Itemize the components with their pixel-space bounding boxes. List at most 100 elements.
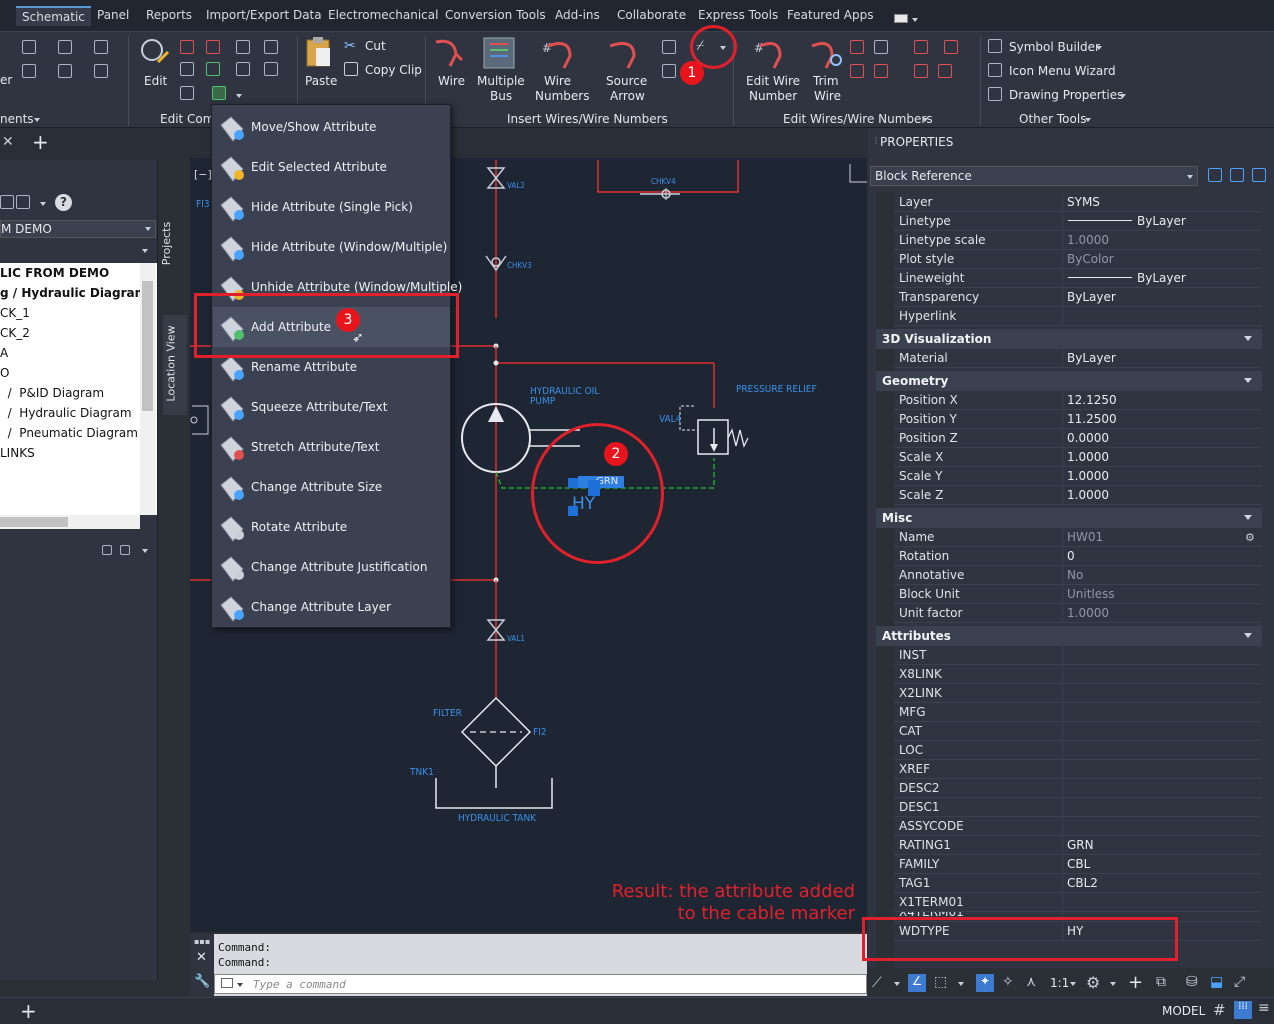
property-row[interactable]: Scale Z 1.0000 — [894, 486, 1262, 505]
panel-title-components[interactable]: nents — [0, 112, 34, 126]
tree-item[interactable]: A — [0, 346, 8, 360]
multiple-bus-button[interactable]: Multiple Bus — [476, 36, 525, 103]
new-tab-icon[interactable]: + — [32, 130, 49, 154]
menu-item[interactable]: Change Attribute Size — [213, 467, 450, 507]
paste-button[interactable]: Paste — [302, 36, 338, 96]
wire-numbers-button[interactable]: # Wire Numbers — [534, 36, 594, 103]
property-row[interactable]: LOC — [894, 741, 1262, 760]
wire-edit-tool-icon[interactable] — [944, 40, 958, 54]
tree-item-links[interactable]: LINKS — [0, 446, 35, 460]
quick-select-icon[interactable] — [1252, 168, 1266, 182]
property-row[interactable]: Scale X 1.0000 — [894, 448, 1262, 467]
chevron-down-icon[interactable] — [142, 549, 148, 553]
tree-item[interactable]: CK_2 — [0, 326, 30, 340]
property-value[interactable]: No — [1067, 568, 1083, 582]
units-icon[interactable]: ⧉ — [1156, 974, 1166, 990]
wire-edit-tool-icon[interactable] — [874, 40, 888, 54]
print-icon[interactable] — [16, 195, 30, 209]
tab-express-tools[interactable]: Express Tools — [698, 8, 778, 22]
property-row[interactable]: Hyperlink — [894, 307, 1262, 326]
chevron-down-icon[interactable] — [958, 982, 964, 986]
polar-tracking-icon[interactable]: ∠ — [908, 974, 926, 992]
workspace-icon[interactable] — [894, 14, 908, 23]
menu-item[interactable]: Rotate Attribute — [213, 507, 450, 547]
chevron-down-icon[interactable] — [912, 18, 918, 22]
edit-button[interactable]: Edit — [138, 36, 172, 96]
tab-featured-apps[interactable]: Featured Apps — [787, 8, 873, 22]
component-tool-icon[interactable] — [180, 86, 194, 100]
chevron-down-icon[interactable] — [40, 202, 46, 206]
component-tool-icon[interactable] — [236, 40, 250, 54]
fullscreen-icon[interactable]: ⤢ — [1234, 974, 1245, 990]
property-row[interactable]: XREF — [894, 760, 1262, 779]
chevron-down-icon[interactable] — [1085, 118, 1091, 122]
chevron-down-icon[interactable] — [894, 982, 900, 986]
chevron-down-icon[interactable] — [922, 118, 928, 122]
chevron-down-icon[interactable] — [1070, 982, 1076, 986]
component-tool-icon[interactable] — [22, 64, 36, 78]
property-row[interactable]: Position X 12.1250 — [894, 391, 1262, 410]
wire-edit-tool-icon[interactable] — [874, 64, 888, 78]
menu-item[interactable]: Change Attribute Layer — [213, 587, 450, 627]
property-row[interactable]: X1TERM01 — [894, 893, 1262, 912]
property-row[interactable]: DESC1 — [894, 798, 1262, 817]
component-tool-icon[interactable] — [58, 40, 72, 54]
edit-name-icon[interactable]: ⚙ — [1245, 531, 1255, 544]
property-row[interactable]: Block Unit Unitless — [894, 585, 1262, 604]
property-row[interactable]: MFG — [894, 703, 1262, 722]
annotation-visibility-icon[interactable]: ✦ — [976, 974, 994, 992]
tab-conversion-tools[interactable]: Conversion Tools — [445, 8, 546, 22]
property-value[interactable]: GRN — [1067, 838, 1094, 852]
property-row[interactable]: Material ByLayer — [894, 349, 1262, 368]
wire-button[interactable]: Wire — [432, 36, 472, 98]
tab-collaborate[interactable]: Collaborate — [617, 8, 686, 22]
chevron-down-icon[interactable] — [142, 249, 148, 253]
section-geometry[interactable]: Geometry — [876, 371, 1262, 391]
wire-edit-tool-icon[interactable] — [914, 64, 928, 78]
tab-add-ins[interactable]: Add-ins — [555, 8, 600, 22]
wire-edit-tool-icon[interactable] — [850, 64, 864, 78]
property-row[interactable]: TAG1 CBL2 — [894, 874, 1262, 893]
trim-wire-button[interactable]: Trim Wire — [808, 36, 844, 103]
property-value[interactable]: 1.0000 — [1067, 469, 1109, 483]
auto-scale-icon[interactable]: ✧ — [1002, 974, 1014, 990]
menu-item[interactable]: Hide Attribute (Single Pick) — [213, 187, 450, 227]
section-attributes[interactable]: Attributes — [876, 626, 1262, 646]
tab-electromechanical[interactable]: Electromechanical — [328, 8, 438, 22]
add-selection-icon[interactable] — [1208, 168, 1222, 182]
project-select[interactable]: M DEMO — [0, 220, 156, 238]
add-layout-icon[interactable]: + — [20, 999, 37, 1023]
tree-hscrollbar[interactable] — [0, 515, 140, 529]
panel-title-other-tools[interactable]: Other Tools — [1019, 112, 1086, 126]
property-row[interactable]: ASSYCODE — [894, 817, 1262, 836]
property-row[interactable]: X8LINK — [894, 665, 1262, 684]
hardware-accel-icon[interactable]: ⬓ — [1210, 974, 1223, 990]
property-value[interactable]: ByLayer — [1067, 290, 1116, 304]
property-value[interactable]: 1.0000 — [1067, 233, 1109, 247]
drawing-properties-button[interactable]: Drawing Properties — [988, 87, 1138, 105]
cut-button[interactable]: ✂ Cut — [344, 38, 434, 56]
tab-panel[interactable]: Panel — [97, 8, 129, 22]
property-row[interactable]: Annotative No — [894, 566, 1262, 585]
chevron-down-icon[interactable] — [1096, 46, 1102, 50]
property-value[interactable]: HW01 — [1067, 530, 1103, 544]
property-row[interactable]: Position Y 11.2500 — [894, 410, 1262, 429]
component-tool-icon[interactable] — [94, 64, 108, 78]
property-value[interactable]: ByLayer — [1137, 271, 1186, 285]
model-space-toggle[interactable]: MODEL — [1162, 1004, 1205, 1018]
chevron-down-icon[interactable] — [236, 94, 242, 98]
tree-item[interactable]: CK_1 — [0, 306, 30, 320]
panel-title-edit-wires[interactable]: Edit Wires/Wire Numbers — [783, 112, 933, 126]
property-row[interactable]: Linetype ByLayer — [894, 212, 1262, 231]
tab-location-view[interactable]: Location View — [163, 315, 187, 415]
isolate-icon[interactable]: ⛁ — [1186, 974, 1198, 990]
section-misc[interactable]: Misc — [876, 508, 1262, 528]
property-row[interactable]: INST — [894, 646, 1262, 665]
component-tool-icon[interactable] — [206, 62, 220, 76]
tree-item-hydraulic-diagram-2[interactable]: / Hydraulic Diagram — [0, 406, 132, 420]
component-tool-icon[interactable] — [22, 40, 36, 54]
property-row[interactable]: Layer SYMS — [894, 193, 1262, 212]
hscroll-thumb[interactable] — [0, 517, 68, 527]
object-type-select[interactable]: Block Reference — [870, 166, 1198, 186]
property-value[interactable]: 0.0000 — [1067, 431, 1109, 445]
